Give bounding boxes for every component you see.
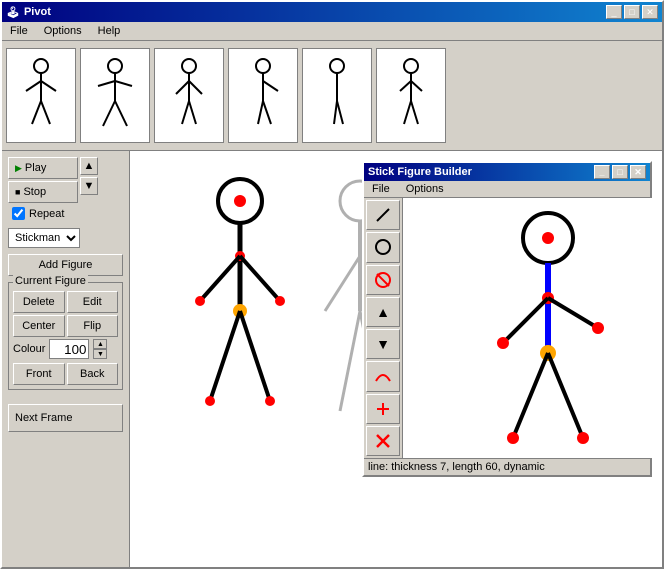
menu-file[interactable]: File [6,24,32,38]
scroll-buttons: ▲ ▼ [80,157,98,195]
colour-input[interactable] [49,339,89,359]
dialog-minimize[interactable]: _ [594,165,610,179]
current-figure-section: Current Figure Delete Edit Center Flip [8,282,123,390]
dialog-body: ▲ ▼ [364,198,650,458]
dialog-title-text: Stick Figure Builder [368,166,472,178]
playback-section: ▶ Play ■ Stop Repeat ▲ ▼ [8,157,123,222]
front-button[interactable]: Front [13,363,65,385]
stick-figure-builder-dialog: Stick Figure Builder _ □ ✕ File Options [362,161,652,477]
dialog-status: line: thickness 7, length 60, dynamic [364,458,650,475]
figure-controls: Delete Edit Center Flip [13,291,118,337]
edit-label: Edit [83,296,102,308]
back-label: Back [80,368,104,380]
tool-up-button[interactable]: ▲ [366,297,400,327]
delete-button[interactable]: Delete [13,291,65,313]
center-label: Center [22,320,55,332]
main-area: ▶ Play ■ Stop Repeat ▲ ▼ [2,151,662,567]
menu-bar: File Options Help [2,22,662,41]
dialog-menu-file[interactable]: File [368,182,394,196]
colour-down[interactable]: ▼ [93,349,107,359]
curve-tool-button[interactable] [366,361,400,391]
dialog-controls: _ □ ✕ [594,165,646,179]
next-frame-button[interactable]: Next Frame [8,404,123,432]
play-button[interactable]: ▶ Play [8,157,78,179]
back-button[interactable]: Back [67,363,119,385]
main-window: 🕹 Pivot _ □ ✕ File Options Help [0,0,664,569]
extend-tool-button[interactable] [366,394,400,424]
colour-up[interactable]: ▲ [93,339,107,349]
maximize-button[interactable]: □ [624,5,640,19]
dialog-title-bar: Stick Figure Builder _ □ ✕ [364,163,650,181]
frame-6[interactable] [376,48,446,143]
cancel-tool-button[interactable] [366,265,400,295]
title-bar: 🕹 Pivot _ □ ✕ [2,2,662,22]
flip-button[interactable]: Flip [67,315,119,337]
filmstrip [2,41,662,151]
circle-tool-button[interactable] [366,232,400,262]
title-bar-controls: _ □ ✕ [606,5,658,19]
edit-button[interactable]: Edit [67,291,119,313]
repeat-checkbox[interactable] [12,207,25,220]
colour-label: Colour [13,343,45,355]
frame-4[interactable] [228,48,298,143]
canvas-area[interactable]: Stick Figure Builder _ □ ✕ File Options [130,151,662,567]
frame-3[interactable] [154,48,224,143]
dialog-maximize[interactable]: □ [612,165,628,179]
scroll-up-button[interactable]: ▲ [80,157,98,175]
menu-help[interactable]: Help [94,24,125,38]
app-icon: 🕹 [6,6,20,19]
stickman-main [190,171,300,481]
repeat-row: Repeat [8,205,78,222]
line-tool-button[interactable] [366,200,400,230]
dialog-menu-options[interactable]: Options [402,182,448,196]
dialog-canvas[interactable] [403,198,653,458]
menu-options[interactable]: Options [40,24,86,38]
stop-icon: ■ [15,187,20,197]
colour-spinner: ▲ ▼ [93,339,107,359]
window-title: Pivot [24,6,51,18]
dialog-close[interactable]: ✕ [630,165,646,179]
frame-5[interactable] [302,48,372,143]
minimize-button[interactable]: _ [606,5,622,19]
play-label: Play [25,162,46,174]
dialog-menu: File Options [364,181,650,198]
tools-panel: ▲ ▼ [364,198,403,458]
tool-down-button[interactable]: ▼ [366,329,400,359]
flip-label: Flip [83,320,101,332]
front-back-controls: Front Back [13,363,118,385]
frame-1[interactable] [6,48,76,143]
frame-2[interactable] [80,48,150,143]
repeat-label: Repeat [29,208,64,220]
next-frame-label: Next Frame [15,412,72,424]
stop-button[interactable]: ■ Stop [8,181,78,203]
figure-selector-row: Stickman [8,228,123,248]
play-icon: ▶ [15,163,22,174]
delete-label: Delete [23,296,55,308]
title-bar-text: 🕹 Pivot [6,6,51,19]
front-label: Front [26,368,52,380]
builder-stickman [403,198,653,458]
delete-tool-button[interactable] [366,426,400,456]
playback-buttons: ▶ Play ■ Stop Repeat [8,157,78,222]
add-figure-label: Add Figure [39,259,93,271]
scroll-down-button[interactable]: ▼ [80,177,98,195]
left-panel: ▶ Play ■ Stop Repeat ▲ ▼ [2,151,130,567]
stop-label: Stop [23,186,46,198]
figure-type-select[interactable]: Stickman [8,228,80,248]
dialog-status-text: line: thickness 7, length 60, dynamic [368,461,545,473]
current-figure-label: Current Figure [13,275,88,287]
colour-row: Colour ▲ ▼ [13,339,118,359]
add-figure-button[interactable]: Add Figure [8,254,123,276]
close-button[interactable]: ✕ [642,5,658,19]
center-button[interactable]: Center [13,315,65,337]
